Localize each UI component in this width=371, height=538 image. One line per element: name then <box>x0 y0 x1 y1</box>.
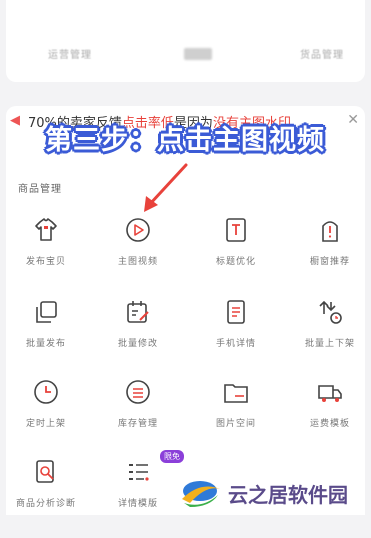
tool-label: 手机详情 <box>215 339 256 349</box>
tool-title-t[interactable]: 标题优化 <box>196 216 276 296</box>
tool-label: 批量修改 <box>117 339 158 349</box>
document-icon <box>227 300 245 324</box>
tool-folder[interactable]: 图片空间 <box>196 378 276 458</box>
tool-tshirt[interactable]: 发布宝贝 <box>6 216 86 296</box>
clock-icon <box>34 380 58 404</box>
site-watermark: 云之居软件园 <box>176 473 371 513</box>
tool-label: 定时上架 <box>25 419 66 429</box>
list-icon <box>129 464 149 481</box>
tshirt-icon <box>35 218 57 241</box>
tool-label: 发布宝贝 <box>25 257 66 267</box>
tool-label: 图片空间 <box>215 419 256 429</box>
tool-play-circle[interactable]: 主图视频 <box>98 216 178 296</box>
tool-truck[interactable]: 运费模板 <box>290 378 370 458</box>
tool-alert-tag[interactable]: 橱窗推荐 <box>290 216 370 296</box>
site-logo-icon <box>182 481 220 507</box>
tool-label: 批量发布 <box>25 339 66 349</box>
tool-calendar-edit[interactable]: 批量修改 <box>98 298 178 378</box>
tool-label: 批量上下架 <box>304 339 355 349</box>
tool-label: 运费模板 <box>309 419 350 429</box>
tool-list[interactable]: 详情模版 <box>98 458 178 538</box>
tool-label: 详情模版 <box>117 499 158 509</box>
truck-icon <box>318 385 342 402</box>
calendar-edit-icon <box>127 301 149 323</box>
tool-document[interactable]: 手机详情 <box>196 298 276 378</box>
alert-tag-icon <box>322 221 338 242</box>
tool-updown-clock[interactable]: 批量上下架 <box>290 298 370 378</box>
folder-icon <box>224 384 248 403</box>
tool-label: 主图视频 <box>117 257 158 267</box>
tool-label: 商品分析诊断 <box>15 499 76 509</box>
magnify-doc-icon <box>36 460 54 483</box>
tool-magnify-doc[interactable]: 商品分析诊断 <box>6 458 86 538</box>
free-badge: 限免 <box>160 450 184 463</box>
stack-circle-icon <box>126 380 150 404</box>
tool-label: 库存管理 <box>117 419 158 429</box>
updown-clock-icon <box>319 300 342 324</box>
tool-clock[interactable]: 定时上架 <box>6 378 86 458</box>
tool-copy[interactable]: 批量发布 <box>6 298 86 378</box>
tool-stack-circle[interactable]: 库存管理 <box>98 378 178 458</box>
title-t-icon <box>226 218 246 242</box>
play-circle-icon <box>126 218 150 242</box>
tool-label: 橱窗推荐 <box>309 257 350 267</box>
tool-label: 标题优化 <box>215 257 256 267</box>
copy-icon <box>36 301 57 323</box>
